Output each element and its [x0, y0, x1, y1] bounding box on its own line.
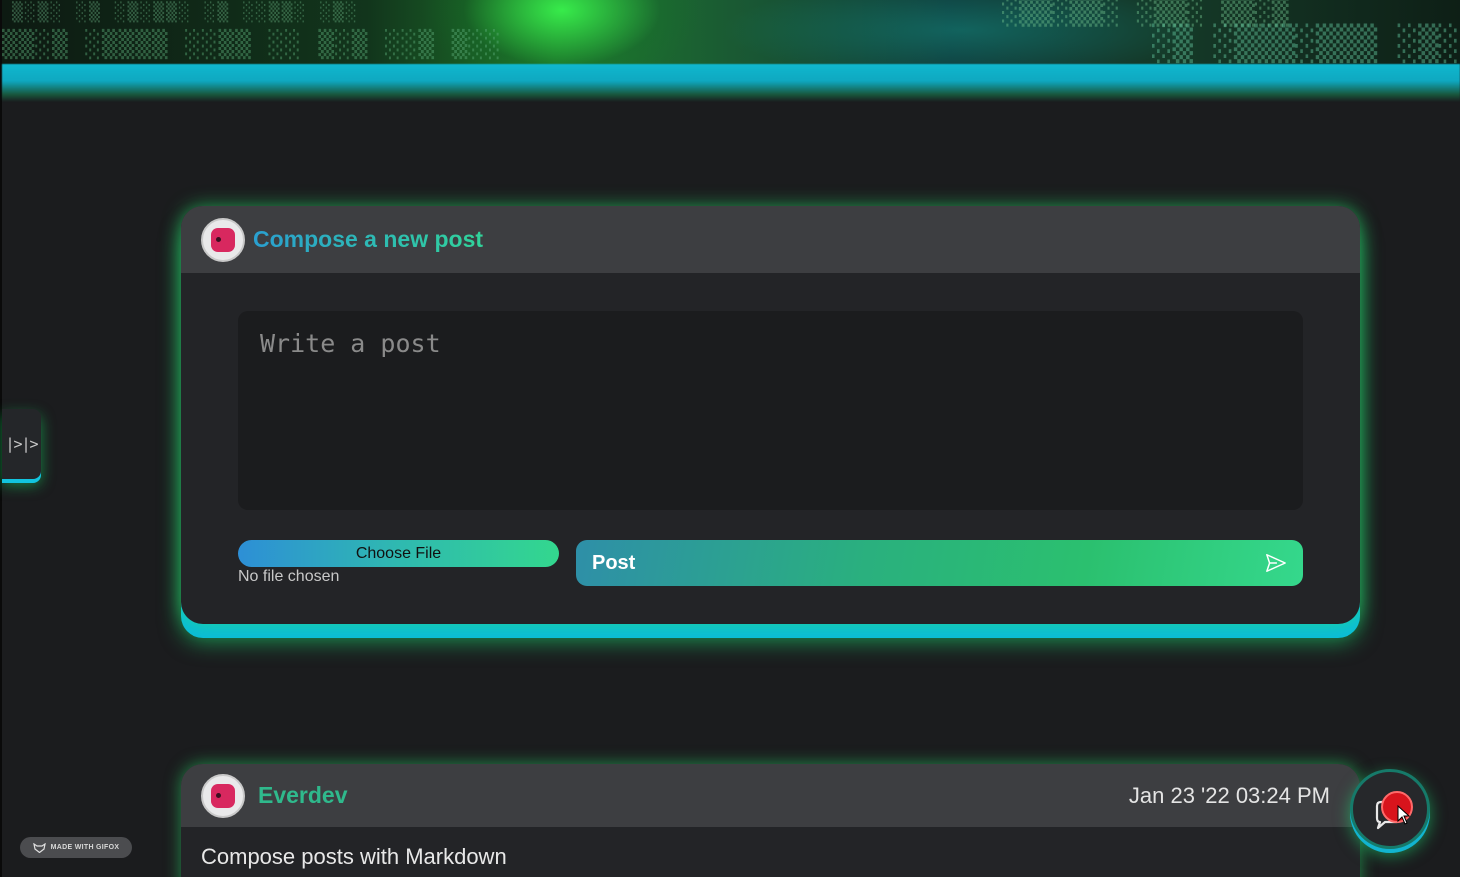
post-header: Everdev Jan 23 '22 03:24 PM — [181, 764, 1360, 827]
banner-code-decoration: ▒▒░▒ ░▒▒▒▒ ░░▒▒ ░░ ▒░▒ ░░▒ ▒░░ — [2, 30, 502, 60]
header-glow-bar — [2, 64, 1460, 102]
choose-file-button[interactable]: Choose File — [238, 540, 559, 567]
robot-avatar-icon — [201, 217, 245, 262]
post-submit-button[interactable]: Post — [576, 540, 1303, 586]
sidebar-toggle-button[interactable]: |>|> — [2, 409, 41, 479]
mouse-cursor-icon — [1397, 805, 1411, 825]
robot-avatar-icon — [201, 773, 245, 818]
post-author[interactable]: Everdev — [258, 782, 348, 809]
post-card: Everdev Jan 23 '22 03:24 PM Compose post… — [181, 764, 1360, 877]
header-banner: ▒░▒░ ░▒ ░▒░▒▒░ ░▒ ░░▒▒░ ░▒░ ▒▒░▒ ░▒▒▒▒ ░… — [2, 0, 1460, 66]
compose-header: Compose a new post — [181, 206, 1360, 273]
file-status-text: No file chosen — [238, 568, 340, 585]
post-date: Jan 23 '22 03:24 PM — [1128, 782, 1330, 808]
post-textarea[interactable] — [238, 311, 1303, 510]
chat-button[interactable] — [1350, 769, 1430, 849]
compose-card: Compose a new post Choose File No file c… — [181, 206, 1360, 624]
banner-code-decoration: ░▒ ░▒▒▒░▒▒▒ ░▒░ — [1152, 24, 1460, 64]
compose-title: Compose a new post — [253, 226, 484, 252]
watermark-text: MADE WITH GIFOX — [50, 844, 120, 851]
gifox-watermark: MADE WITH GIFOX — [20, 837, 132, 858]
post-button-label: Post — [592, 551, 636, 574]
post-body: Compose posts with Markdown — [201, 844, 507, 869]
banner-code-decoration: ▒░▒░ ░▒ ░▒░▒▒░ ░▒ ░░▒▒░ ░▒░ — [12, 2, 359, 23]
send-icon — [1266, 554, 1286, 572]
fox-logo-icon — [32, 842, 46, 853]
banner-code-decoration: ░▒▒░▒▒░ ░▒▒░ ▒▒░▒ — [1002, 0, 1289, 27]
